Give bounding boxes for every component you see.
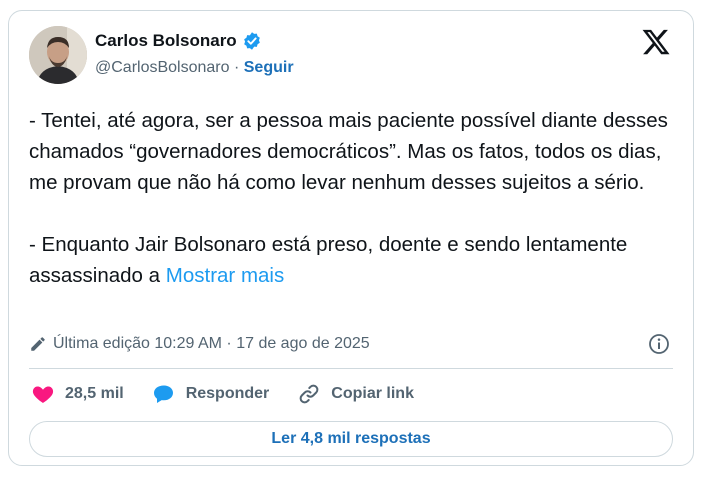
reply-label: Responder <box>185 385 270 402</box>
show-more-link[interactable]: Mostrar mais <box>166 264 284 287</box>
pencil-icon <box>31 337 45 351</box>
read-replies-label: Ler 4,8 mil respostas <box>271 430 431 447</box>
verified-badge-icon <box>243 32 260 50</box>
x-logo-icon[interactable] <box>641 27 671 57</box>
tweet-body: - Tentei, até agora, ser a pessoa mais p… <box>29 109 668 287</box>
separator-dot: · <box>229 59 244 76</box>
avatar[interactable] <box>29 26 87 84</box>
divider <box>29 368 673 369</box>
avatar-image <box>29 26 87 84</box>
like-count: 28,5 mil <box>65 385 124 402</box>
copy-link-label: Copiar link <box>331 385 414 402</box>
speech-bubble-icon <box>153 385 173 403</box>
author-name[interactable]: Carlos Bolsonaro <box>95 31 237 51</box>
reply-button[interactable]: Responder <box>152 382 270 406</box>
author-handle-row: @CarlosBolsonaro · Seguir <box>95 59 294 77</box>
tweet-card: Carlos Bolsonaro @CarlosBolsonaro · Segu… <box>8 10 694 466</box>
copy-link-button[interactable]: Copiar link <box>297 382 414 406</box>
follow-button[interactable]: Seguir <box>244 59 294 77</box>
link-icon <box>299 384 319 404</box>
heart-icon <box>32 386 54 403</box>
edit-info-row: Última edição 10:29 AM · 17 de ago de 20… <box>29 331 671 357</box>
info-icon[interactable] <box>647 332 671 356</box>
action-bar: 28,5 mil Responder Copiar link <box>31 377 442 411</box>
read-replies-button[interactable]: Ler 4,8 mil respostas <box>29 421 673 457</box>
last-edited-label[interactable]: Última edição 10:29 AM · 17 de ago de 20… <box>53 335 370 353</box>
like-button[interactable]: 28,5 mil <box>31 382 124 406</box>
author-handle[interactable]: @CarlosBolsonaro <box>95 59 230 77</box>
tweet-text: - Tentei, até agora, ser a pessoa mais p… <box>29 105 679 291</box>
author-name-row: Carlos Bolsonaro <box>95 31 262 51</box>
